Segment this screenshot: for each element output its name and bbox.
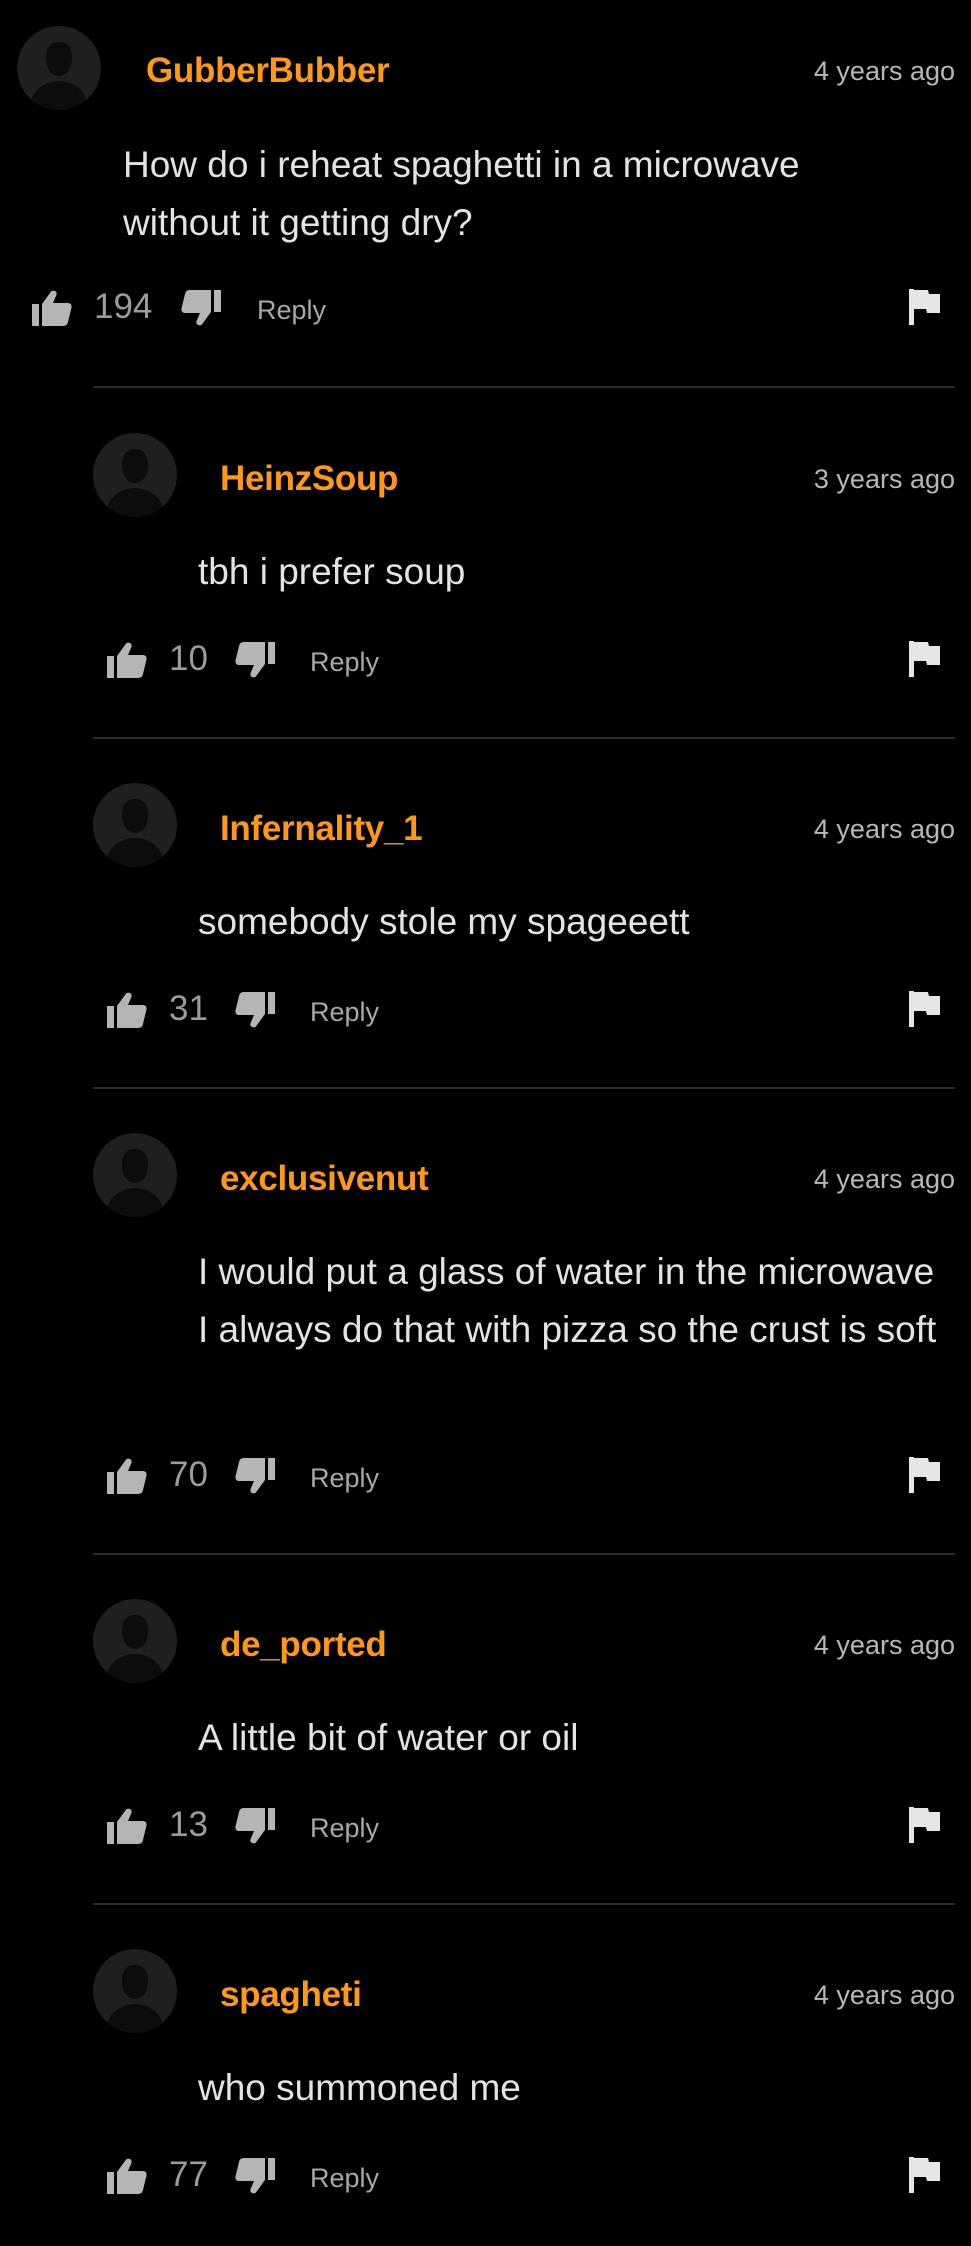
flag-icon[interactable] (909, 1457, 941, 1493)
avatar[interactable] (93, 1599, 177, 1683)
flag-icon[interactable] (909, 2157, 941, 2193)
reply-button[interactable]: Reply (257, 295, 326, 326)
thumbs-up-icon[interactable] (107, 642, 147, 678)
comment-username[interactable]: de_ported (220, 1625, 387, 1665)
reply-button[interactable]: Reply (310, 1813, 379, 1844)
comment-username[interactable]: GubberBubber (146, 51, 390, 91)
user-silhouette-icon (17, 26, 101, 110)
thumbs-down-icon[interactable] (235, 642, 275, 678)
comment-actions: 10 Reply (0, 635, 971, 685)
comment-timestamp: 4 years ago (813, 814, 955, 844)
thumbs-up-icon[interactable] (107, 2158, 147, 2194)
user-silhouette-icon (93, 433, 177, 517)
reply-button[interactable]: Reply (310, 647, 379, 678)
thumbs-down-icon[interactable] (235, 1808, 275, 1844)
comment-text: A little bit of water or oil (198, 1717, 579, 1758)
user-silhouette-icon (93, 1949, 177, 2033)
flag-icon[interactable] (909, 641, 941, 677)
flag-icon[interactable] (909, 991, 941, 1027)
avatar[interactable] (93, 783, 177, 867)
reply-button[interactable]: Reply (310, 2163, 379, 2194)
like-count: 194 (94, 287, 153, 326)
avatar[interactable] (93, 433, 177, 517)
comment-timestamp: 4 years ago (813, 56, 955, 86)
comment-username[interactable]: HeinzSoup (220, 459, 398, 499)
comment-text: somebody stole my spageeett (198, 901, 690, 942)
divider (93, 1087, 955, 1089)
comment-text: who summoned me (198, 2067, 521, 2108)
comment-text: I would put a glass of water in the micr… (198, 1251, 937, 1350)
divider (93, 1553, 955, 1555)
like-count: 70 (169, 1455, 208, 1494)
comment-actions: 194 Reply (0, 283, 971, 333)
like-count: 10 (169, 639, 208, 678)
avatar[interactable] (93, 1133, 177, 1217)
divider (93, 386, 955, 388)
avatar[interactable] (17, 26, 101, 110)
thumbs-down-icon[interactable] (235, 1458, 275, 1494)
divider (93, 737, 955, 739)
thumbs-down-icon[interactable] (235, 2158, 275, 2194)
comment-timestamp: 4 years ago (813, 1630, 955, 1660)
comment-timestamp: 4 years ago (813, 1164, 955, 1194)
like-count: 77 (169, 2155, 208, 2194)
thumbs-up-icon[interactable] (107, 992, 147, 1028)
thumbs-up-icon[interactable] (107, 1458, 147, 1494)
reply-button[interactable]: Reply (310, 1463, 379, 1494)
like-count: 31 (169, 989, 208, 1028)
reply-button[interactable]: Reply (310, 997, 379, 1028)
comment-username[interactable]: exclusivenut (220, 1159, 429, 1199)
comment-timestamp: 3 years ago (813, 464, 955, 494)
user-silhouette-icon (93, 1133, 177, 1217)
flag-icon[interactable] (909, 289, 941, 325)
comment-username[interactable]: Infernality_1 (220, 809, 423, 849)
comment-actions: 31 Reply (0, 985, 971, 1035)
like-count: 13 (169, 1805, 208, 1844)
comment-actions: 70 Reply (0, 1451, 971, 1501)
thumbs-down-icon[interactable] (181, 290, 221, 326)
user-silhouette-icon (93, 1599, 177, 1683)
comment-username[interactable]: spagheti (220, 1975, 362, 2015)
flag-icon[interactable] (909, 1807, 941, 1843)
avatar[interactable] (93, 1949, 177, 2033)
comment-text: tbh i prefer soup (198, 551, 466, 592)
thumbs-up-icon[interactable] (32, 290, 72, 326)
comment-timestamp: 4 years ago (813, 1980, 955, 2010)
comment-actions: 13 Reply (0, 1801, 971, 1851)
divider (93, 1903, 955, 1905)
comment-actions: 77 Reply (0, 2151, 971, 2201)
user-silhouette-icon (93, 783, 177, 867)
thumbs-down-icon[interactable] (235, 992, 275, 1028)
comment-text: How do i reheat spaghetti in a microwave… (123, 144, 800, 243)
thumbs-up-icon[interactable] (107, 1808, 147, 1844)
